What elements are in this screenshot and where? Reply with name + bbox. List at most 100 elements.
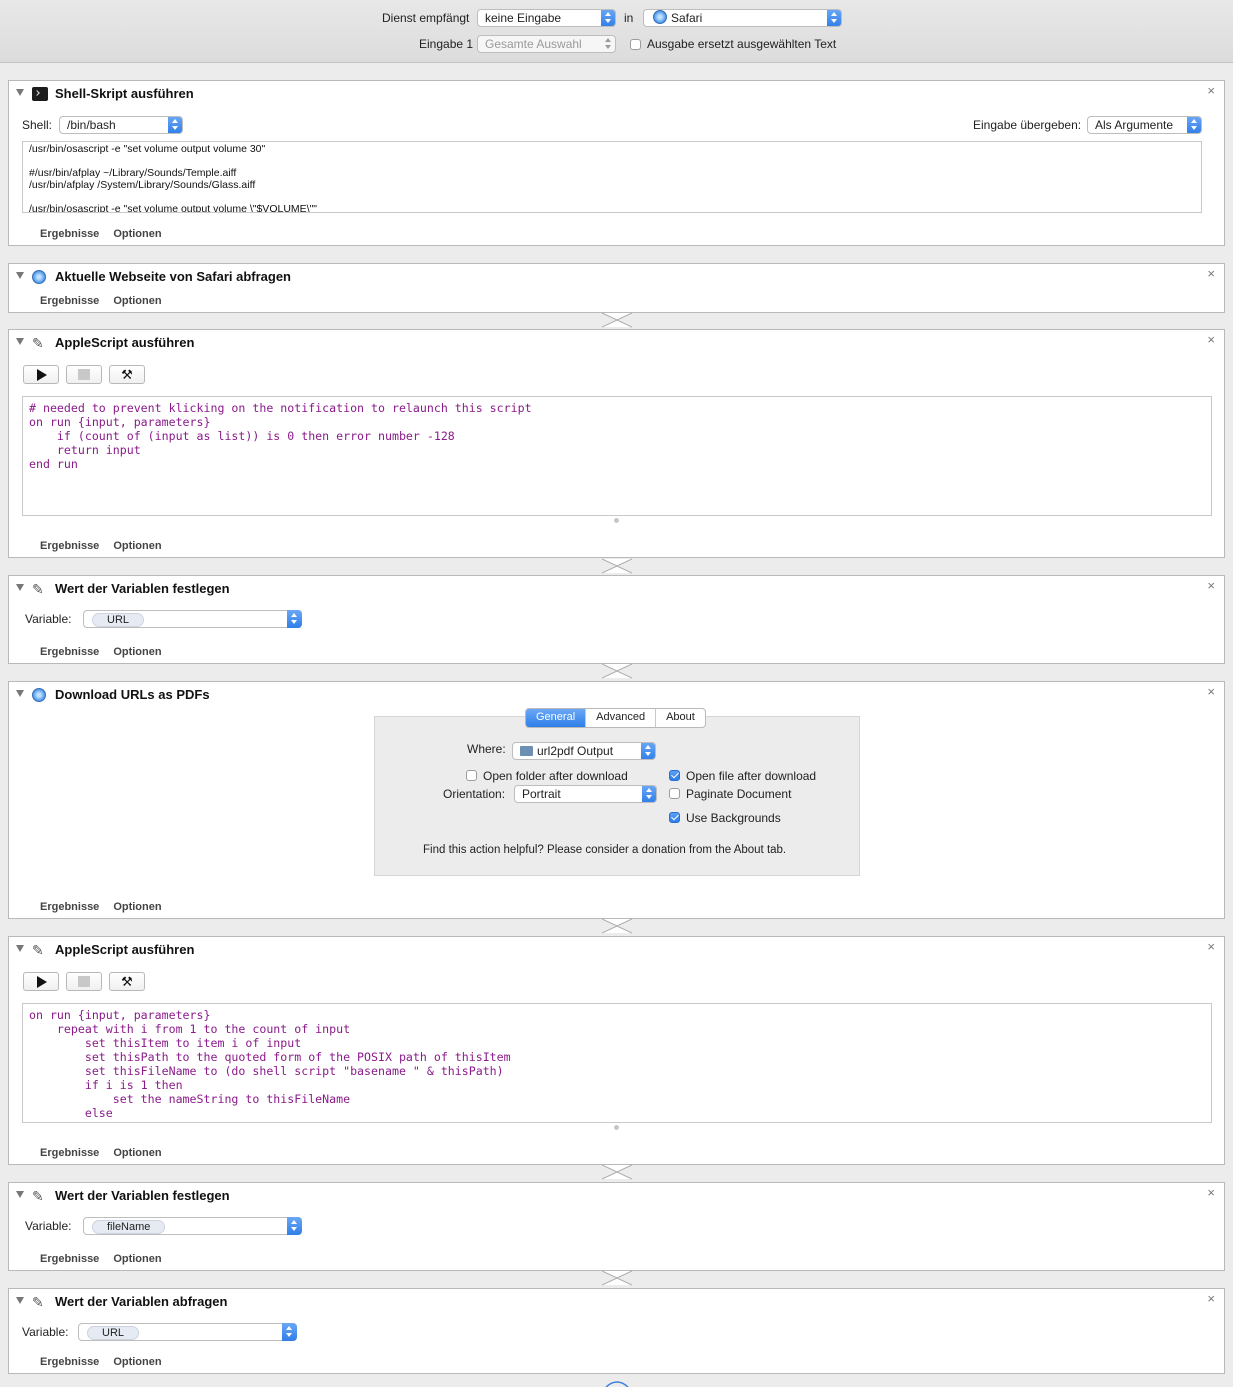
popup-arrows-icon (168, 117, 182, 133)
app-select[interactable]: Safari (643, 9, 842, 27)
open-folder-checkbox[interactable] (466, 770, 477, 781)
results-tab[interactable]: Ergebnisse (40, 295, 99, 307)
popup-arrows-icon (287, 610, 302, 628)
service-receives-value: keine Eingabe (485, 11, 562, 25)
results-tab[interactable]: Ergebnisse (40, 228, 99, 240)
results-tab[interactable]: Ergebnisse (40, 1147, 99, 1159)
service-receives-select[interactable]: keine Eingabe (477, 9, 616, 27)
action-connector-icon (602, 918, 632, 934)
shell-code-editor[interactable]: /usr/bin/osascript -e "set volume output… (22, 141, 1202, 213)
options-tab[interactable]: Optionen (113, 1356, 161, 1368)
disclosure-triangle-icon[interactable] (16, 584, 24, 591)
shell-label: Shell: (22, 118, 53, 132)
input-value: Gesamte Auswahl (485, 37, 582, 51)
replace-selected-checkbox[interactable] (630, 39, 641, 50)
compile-hammer-icon[interactable]: ⚒ (109, 365, 145, 384)
disclosure-triangle-icon[interactable] (16, 89, 24, 96)
tab-general[interactable]: General (526, 709, 587, 727)
applescript-editor[interactable]: on run {input, parameters} repeat with i… (22, 1003, 1212, 1123)
safari-icon (653, 10, 667, 24)
variable-select[interactable]: fileName (83, 1217, 302, 1235)
options-tab[interactable]: Optionen (113, 646, 161, 658)
options-tab[interactable]: Optionen (113, 901, 161, 913)
action-applescript-2: ✎ AppleScript ausführen × ⚒ on run {inpu… (8, 936, 1225, 1165)
disclosure-triangle-icon[interactable] (16, 1191, 24, 1198)
action-connector-icon (605, 1381, 629, 1387)
close-icon[interactable]: × (1207, 1186, 1215, 1200)
variable-label: Variable: (25, 612, 72, 626)
compile-hammer-icon[interactable]: ⚒ (109, 972, 145, 991)
stop-button[interactable] (66, 365, 102, 384)
applescript-code[interactable]: on run {input, parameters} repeat with i… (23, 1004, 1211, 1122)
automator-robot-icon: ✎ (32, 581, 44, 597)
action-shell-script: Shell-Skript ausführen × Shell: /bin/bas… (8, 80, 1225, 246)
pass-input-value: Als Argumente (1095, 118, 1174, 132)
disclosure-triangle-icon[interactable] (16, 945, 24, 952)
shell-select[interactable]: /bin/bash (59, 116, 183, 134)
variable-select[interactable]: URL (83, 610, 302, 628)
action-footer-tabs: Ergebnisse Optionen (40, 646, 176, 658)
close-icon[interactable]: × (1207, 84, 1215, 98)
resize-handle-icon[interactable] (614, 518, 619, 523)
popup-arrows-icon (601, 10, 615, 26)
automator-robot-icon: ✎ (32, 942, 44, 958)
disclosure-triangle-icon[interactable] (16, 1297, 24, 1304)
where-select[interactable]: url2pdf Output (512, 742, 656, 760)
popup-arrows-icon (601, 36, 615, 52)
action-download-urls-as-pdfs: Download URLs as PDFs × General Advanced… (8, 681, 1225, 919)
automator-robot-icon: ✎ (32, 1188, 44, 1204)
open-folder-label: Open folder after download (483, 769, 628, 783)
automator-robot-icon: ✎ (32, 335, 44, 351)
workflow-header: Dienst empfängt keine Eingabe in Safari … (0, 0, 1233, 63)
results-tab[interactable]: Ergebnisse (40, 540, 99, 552)
action-title: AppleScript ausführen (55, 942, 195, 957)
tab-advanced[interactable]: Advanced (586, 709, 657, 727)
tab-about[interactable]: About (656, 709, 705, 727)
popup-arrows-icon (1187, 117, 1201, 133)
options-tab[interactable]: Optionen (113, 295, 161, 307)
results-tab[interactable]: Ergebnisse (40, 901, 99, 913)
disclosure-triangle-icon[interactable] (16, 690, 24, 697)
open-file-checkbox[interactable] (669, 770, 680, 781)
safari-icon (32, 270, 46, 284)
stop-button[interactable] (66, 972, 102, 991)
options-tab[interactable]: Optionen (113, 1253, 161, 1265)
disclosure-triangle-icon[interactable] (16, 272, 24, 279)
results-tab[interactable]: Ergebnisse (40, 1356, 99, 1368)
where-label: Where: (467, 742, 506, 756)
options-tab[interactable]: Optionen (113, 540, 161, 552)
close-icon[interactable]: × (1207, 579, 1215, 593)
orientation-select[interactable]: Portrait (514, 785, 657, 803)
run-button[interactable] (23, 972, 59, 991)
close-icon[interactable]: × (1207, 685, 1215, 699)
close-icon[interactable]: × (1207, 1292, 1215, 1306)
applescript-code[interactable]: # needed to prevent klicking on the noti… (23, 397, 1211, 475)
action-set-variable-url: ✎ Wert der Variablen festlegen × Variabl… (8, 575, 1225, 664)
run-button[interactable] (23, 365, 59, 384)
close-icon[interactable]: × (1207, 267, 1215, 281)
paginate-checkbox[interactable] (669, 788, 680, 799)
orientation-value: Portrait (522, 787, 561, 801)
disclosure-triangle-icon[interactable] (16, 338, 24, 345)
results-tab[interactable]: Ergebnisse (40, 646, 99, 658)
variable-label: Variable: (25, 1219, 72, 1233)
close-icon[interactable]: × (1207, 940, 1215, 954)
applescript-editor[interactable]: # needed to prevent klicking on the noti… (22, 396, 1212, 516)
shell-value: /bin/bash (67, 118, 116, 132)
variable-select[interactable]: URL (78, 1323, 297, 1341)
shell-code-text[interactable]: /usr/bin/osascript -e "set volume output… (23, 142, 1201, 212)
pass-input-label: Eingabe übergeben: (973, 118, 1082, 132)
options-tab[interactable]: Optionen (113, 1147, 161, 1159)
safari-icon (32, 688, 46, 702)
service-receives-label: Dienst empfängt (382, 11, 470, 25)
results-tab[interactable]: Ergebnisse (40, 1253, 99, 1265)
terminal-icon (32, 87, 48, 101)
pass-input-select[interactable]: Als Argumente (1087, 116, 1202, 134)
options-tab[interactable]: Optionen (113, 228, 161, 240)
close-icon[interactable]: × (1207, 333, 1215, 347)
action-title: Wert der Variablen festlegen (55, 581, 230, 596)
popup-arrows-icon (282, 1323, 297, 1341)
action-footer-tabs: Ergebnisse Optionen (40, 1147, 176, 1159)
use-backgrounds-checkbox[interactable] (669, 812, 680, 823)
resize-handle-icon[interactable] (614, 1125, 619, 1130)
